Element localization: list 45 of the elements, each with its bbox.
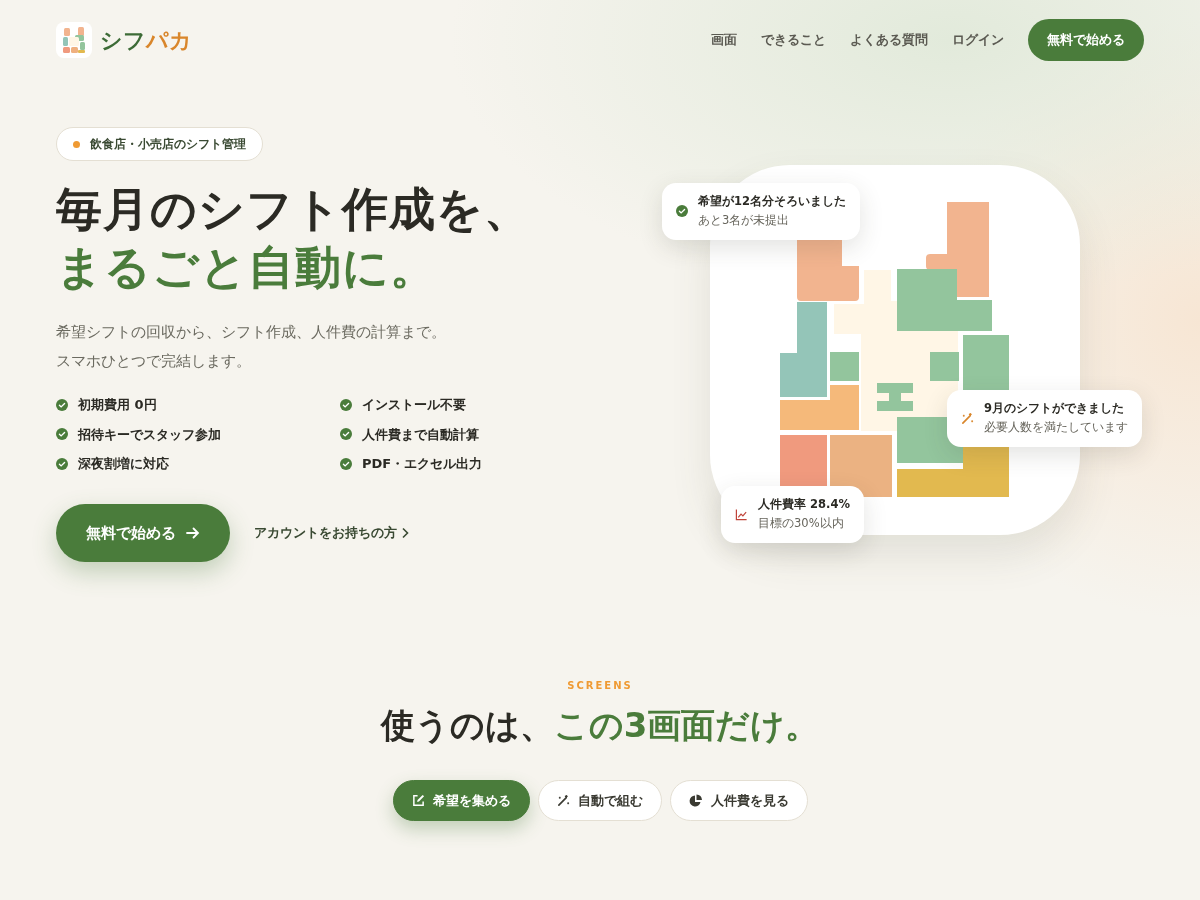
notification-subtitle: あと3名が未提出 <box>698 212 791 230</box>
chevron-right-icon <box>401 526 409 539</box>
check-icon <box>56 398 68 411</box>
arrow-right-icon <box>186 525 200 540</box>
notification-title: 9月のシフトができました <box>984 400 1125 417</box>
nav-link[interactable]: 画面 <box>711 30 737 50</box>
signup-button[interactable]: 無料で始める <box>1028 19 1144 61</box>
check-icon <box>340 398 352 411</box>
check-icon <box>56 428 68 441</box>
feature-text: PDF・エクセル出力 <box>362 455 483 473</box>
feature-text: 深夜割増に対応 <box>78 455 169 473</box>
feature-text: 初期費用 0円 <box>78 396 157 414</box>
check-icon <box>340 457 352 470</box>
section-eyebrow: SCREENS <box>566 679 634 693</box>
magic-wand-icon <box>556 794 570 808</box>
notification-title: 人件費率 28.4% <box>758 496 850 513</box>
screen-tab[interactable]: 自動で組む <box>537 779 662 822</box>
badge-text: 飲食店・小売店のシフト管理 <box>90 136 246 153</box>
logo-icon <box>56 22 92 58</box>
check-icon <box>676 205 688 218</box>
notification-subtitle: 目標の30%以内 <box>758 515 845 533</box>
feature-text: 人件費まで自動計算 <box>362 425 479 444</box>
screen-tab[interactable]: 希望を集める <box>392 779 530 822</box>
nav-link[interactable]: できること <box>761 30 826 50</box>
start-button[interactable]: 無料で始める <box>56 503 230 562</box>
dot-icon <box>73 140 80 148</box>
brand-name: シフパカ <box>100 26 192 55</box>
notification-subtitle: 必要人数を満たしています <box>984 419 1128 437</box>
check-icon <box>56 457 68 470</box>
feature-text: インストール不要 <box>362 396 466 414</box>
screen-tab[interactable]: 人件費を見る <box>669 779 808 822</box>
hero-title: 毎月のシフト作成を、 まるごと自動に。 <box>56 181 531 296</box>
edit-icon <box>411 794 425 808</box>
notification-title: 希望が12名分そろいました <box>698 193 846 210</box>
check-icon <box>340 428 352 441</box>
login-link[interactable]: アカウントをお持ちの方 <box>254 523 409 543</box>
pie-chart-icon <box>688 793 703 808</box>
line-chart-icon <box>735 507 748 521</box>
lead-text: スマホひとつで完結します。 <box>56 350 252 372</box>
section-title: 使うのは、この3画面だけ。 <box>379 705 821 746</box>
nav-link[interactable]: よくある質問 <box>850 30 928 50</box>
lead-text: 希望シフトの回収から、シフト作成、人件費の計算まで。 <box>56 322 447 343</box>
magic-wand-icon <box>961 411 974 425</box>
nav-link[interactable]: ログイン <box>952 30 1004 50</box>
feature-text: 招待キーでスタッフ参加 <box>78 425 221 444</box>
